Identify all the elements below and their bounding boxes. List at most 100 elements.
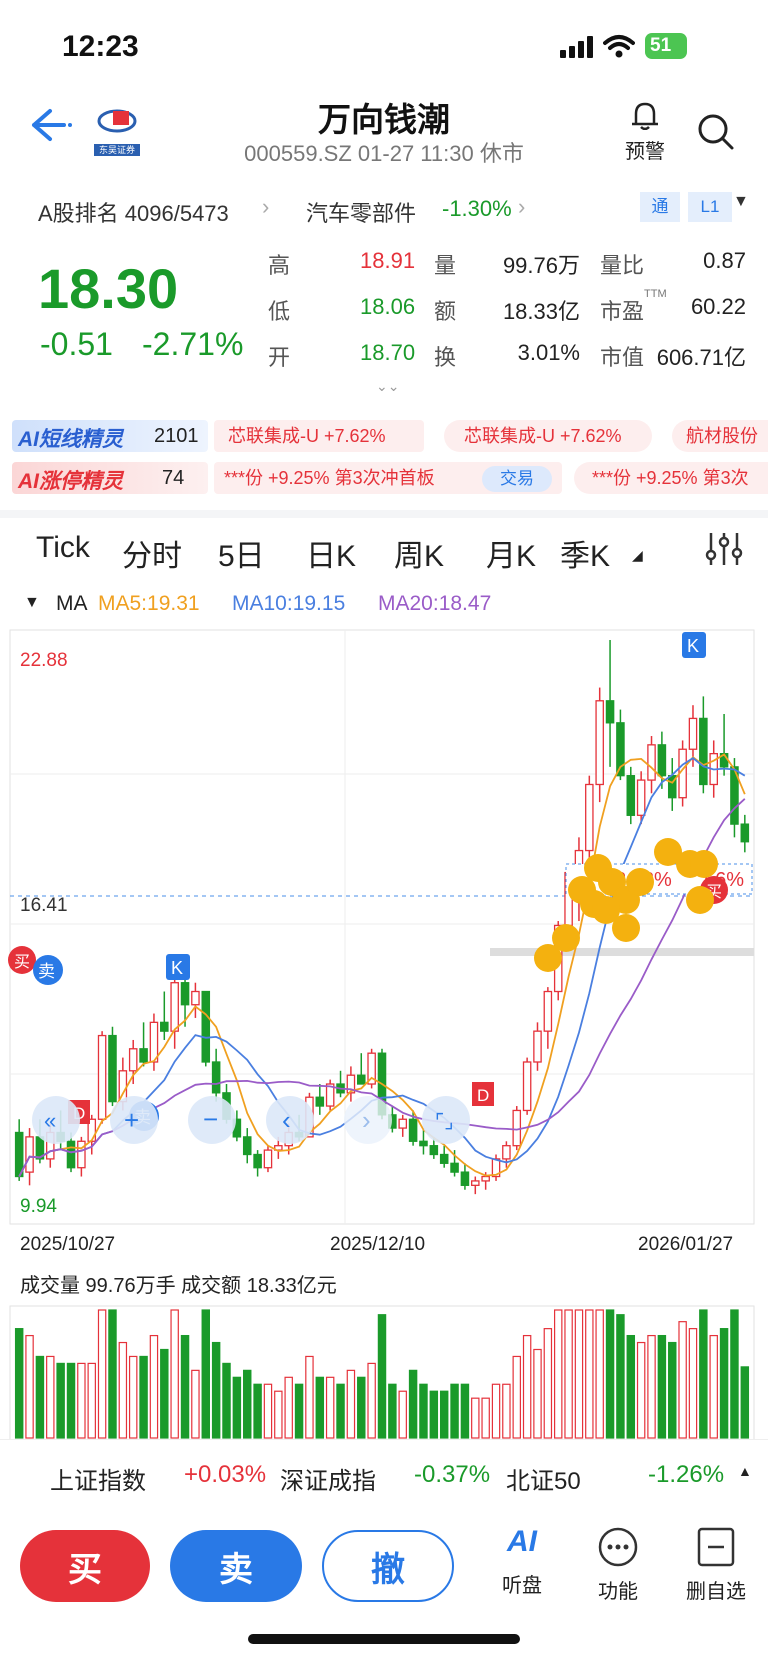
ai-short-label: AI短线精灵 — [18, 428, 123, 451]
tab-quarterly-k[interactable]: 季K — [560, 531, 610, 575]
candle-body — [740, 823, 750, 843]
ai-short-item-1[interactable]: 芯联集成-U +7.62% — [214, 420, 424, 452]
tab-tick[interactable]: Tick — [36, 531, 90, 565]
volume-bar — [346, 1369, 356, 1439]
cancel-order-button[interactable]: 撤 — [322, 1530, 454, 1602]
candle-body — [419, 1140, 428, 1147]
date-mid-label: 2025/12/10 — [330, 1234, 425, 1255]
open-value: 18.70 — [360, 340, 416, 365]
volume-bar — [77, 1362, 86, 1439]
function-tool[interactable]: 功能 — [578, 1525, 658, 1604]
volume-bar — [325, 1376, 335, 1439]
alert-label: 预警 — [625, 141, 665, 163]
sell-marker-text: 卖 — [38, 962, 55, 981]
remove-watchlist-tool[interactable]: 删自选 — [676, 1525, 756, 1604]
search-icon[interactable] — [696, 112, 736, 152]
volume-label: 量 — [434, 253, 457, 278]
top-price-label: 22.88 — [20, 650, 68, 671]
candle-body — [512, 1109, 522, 1147]
tab-5day[interactable]: 5日 — [218, 531, 265, 575]
k-marker-text: K — [171, 958, 183, 978]
turnover-value: 3.01% — [517, 340, 580, 365]
tab-intraday[interactable]: 分时 — [122, 531, 182, 575]
volume-bar — [336, 1383, 345, 1439]
candle-body — [605, 700, 615, 724]
listen-tool[interactable]: AI 听盘 — [482, 1525, 562, 1598]
chevron-right-icon: › — [518, 194, 526, 219]
index-bar[interactable]: 上证指数 +0.03% 深证成指 -0.37% 北证50 -1.26% ▲ — [0, 1439, 768, 1515]
tong-tag[interactable]: 通 — [640, 192, 680, 222]
volume-bar — [35, 1355, 45, 1439]
volume-bar — [211, 1341, 221, 1439]
tab-monthly-k[interactable]: 月K — [486, 531, 536, 575]
alert-button[interactable]: 预警 — [615, 100, 675, 164]
volume-bar — [419, 1383, 428, 1439]
volume-bar — [481, 1397, 490, 1439]
ma-label: MA — [56, 592, 88, 615]
volume-bar — [201, 1309, 211, 1439]
volume-bar — [170, 1309, 179, 1439]
more-dots-icon — [598, 1527, 638, 1567]
volume-bar — [191, 1369, 200, 1439]
volume-bar — [56, 1362, 65, 1439]
chevron-right-icon: › — [362, 1105, 371, 1135]
current-price: 18.30 — [38, 257, 179, 320]
sell-button[interactable]: 卖 — [170, 1530, 302, 1602]
expand-chevron-icon[interactable]: ⌄⌄ — [376, 378, 399, 395]
candle-body — [211, 1061, 221, 1094]
indicator-settings-icon[interactable] — [704, 529, 744, 569]
expand-up-icon[interactable]: ▲ — [738, 1463, 752, 1479]
volume-bar — [87, 1362, 96, 1439]
ai-listen-icon: AI — [507, 1525, 537, 1558]
tab-weekly-k[interactable]: 周K — [394, 531, 444, 575]
trade-button[interactable]: 交易 — [482, 466, 552, 492]
sector-name[interactable]: 汽车零部件 — [306, 196, 416, 228]
status-time: 12:23 — [62, 30, 139, 63]
back-arrow-icon[interactable] — [28, 107, 74, 143]
volume-bar — [709, 1334, 718, 1439]
index-change-2: -0.37% — [414, 1461, 491, 1488]
candle-body — [242, 1136, 252, 1156]
ai-limit-badge[interactable]: AI涨停精灵 74 — [12, 462, 208, 494]
d-marker-text: D — [477, 1086, 489, 1105]
ai-limit-item-2[interactable]: ***份 +9.25% 第3次 — [574, 462, 768, 494]
stock-subtitle: 000559.SZ 01-27 11:30 休市 — [244, 141, 524, 166]
volume-bar — [160, 1348, 169, 1439]
remove-watchlist-icon — [697, 1527, 735, 1567]
date-end-label: 2026/01/27 — [638, 1234, 733, 1255]
more-periods-icon[interactable]: ◢ — [632, 547, 643, 564]
rank-bar: A股排名 4096/5473 › 汽车零部件 -1.30% › 通 L1 ▼ — [0, 192, 768, 228]
index-change-3: -1.26% — [648, 1461, 725, 1488]
volume-bar — [263, 1383, 273, 1439]
volume-bar — [128, 1355, 138, 1439]
ratio-label: 量比 — [600, 253, 645, 278]
candle-body — [502, 1145, 511, 1160]
highlight-band — [490, 948, 754, 956]
volume-bar — [97, 1309, 107, 1439]
kline-chart[interactable]: 22.88 16.41 9.94 72.78% 56% 买 卖 卖 K K D … — [0, 620, 768, 1440]
volume-bar — [232, 1376, 242, 1439]
dropdown-caret-icon[interactable]: ▼ — [733, 193, 749, 211]
candle-body — [450, 1162, 459, 1173]
volume-bar — [564, 1309, 573, 1439]
candle-body — [201, 990, 211, 1063]
tab-daily-k[interactable]: 日K — [306, 531, 356, 575]
rank-label[interactable]: A股排名 4096/5473 — [38, 196, 229, 228]
index-name-2: 深证成指 — [280, 1468, 376, 1495]
divider — [0, 1439, 768, 1440]
ai-short-badge[interactable]: AI短线精灵 2101 — [12, 420, 208, 452]
candle-body — [533, 1030, 542, 1063]
fullscreen-icon: ⌜⌟ — [435, 1111, 454, 1133]
volume-bar — [585, 1309, 594, 1439]
battery-level: 51 — [650, 35, 672, 56]
volume-bar — [626, 1334, 636, 1439]
volume-bar — [668, 1341, 677, 1439]
volume-bar — [357, 1376, 366, 1439]
pe-ttm-sup: TTM — [644, 288, 667, 300]
candle-body — [139, 1048, 148, 1063]
double-left-icon: « — [44, 1108, 56, 1133]
ai-short-item-2[interactable]: 芯联集成-U +7.62% — [444, 420, 652, 452]
ai-short-item-3[interactable]: 航材股份 — [672, 420, 768, 452]
level-tag[interactable]: L1 — [688, 192, 732, 222]
buy-button[interactable]: 买 — [20, 1530, 150, 1602]
